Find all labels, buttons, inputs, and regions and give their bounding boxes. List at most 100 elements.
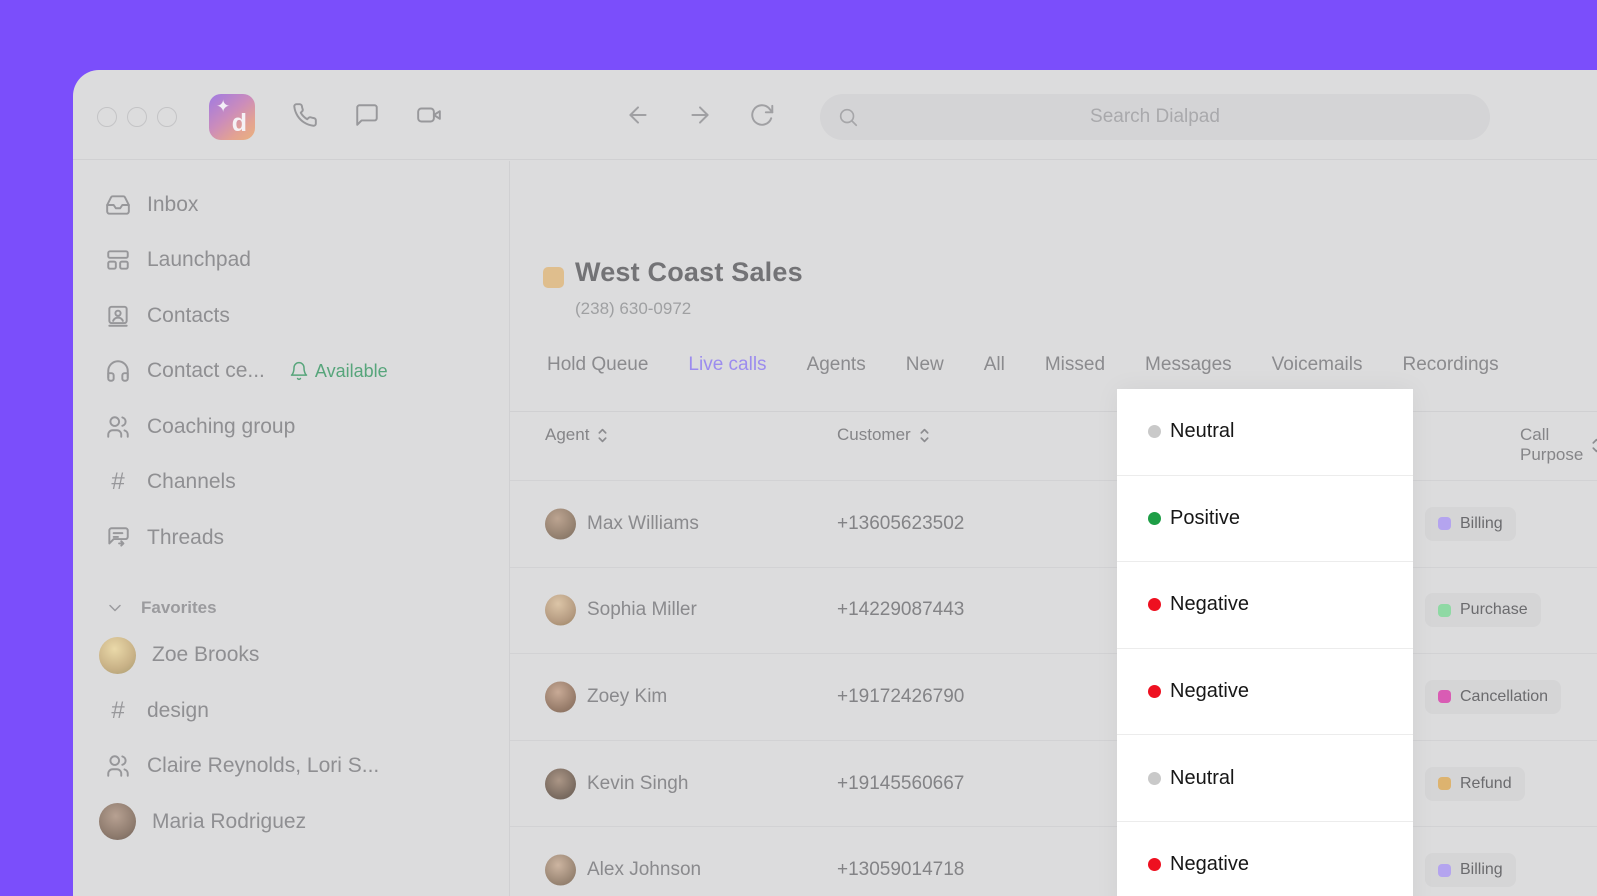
threads-icon (105, 525, 131, 551)
avatar (545, 595, 576, 626)
sidebar-item-threads[interactable]: Threads (73, 510, 509, 566)
divider (510, 411, 1597, 412)
sidebar-favorite-maria-rodriguez[interactable]: Maria Rodriguez (73, 794, 509, 850)
purpose-color-square (1438, 517, 1451, 530)
purpose-color-square (1438, 690, 1451, 703)
minimize-window-button[interactable] (127, 107, 147, 127)
main-panel: West Coast Sales (238) 630-0972 Hold Que… (510, 161, 1597, 896)
column-header-customer[interactable]: Customer (837, 425, 931, 445)
purpose-label: Refund (1460, 775, 1512, 793)
call-purpose-badge: Billing (1425, 507, 1516, 541)
sentiment-dot (1148, 512, 1161, 525)
close-window-button[interactable] (97, 107, 117, 127)
avatar (545, 855, 576, 886)
tab-live-calls[interactable]: Live calls (688, 354, 766, 390)
avatar (99, 803, 136, 840)
call-purpose-badge: Refund (1425, 767, 1525, 801)
customer-number: +13059014718 (837, 859, 964, 881)
refresh-icon[interactable] (749, 102, 775, 133)
sidebar-item-label: Contact ce... (147, 359, 265, 383)
sidebar-item-contact-ce[interactable]: Contact ce... Available (73, 344, 509, 400)
sort-icon[interactable] (918, 427, 931, 444)
agent-name: Alex Johnson (587, 859, 701, 881)
page-title: West Coast Sales (575, 257, 803, 288)
sentiment-dot (1148, 598, 1161, 611)
sort-icon[interactable] (1590, 437, 1597, 454)
logo-letter: d (232, 109, 247, 138)
column-header-call-purpose[interactable]: Call Purpose (1520, 425, 1597, 465)
video-icon[interactable] (416, 102, 442, 133)
sidebar-item-coaching-group[interactable]: Coaching group (73, 399, 509, 455)
app-window: ✦ d Inbox Launchpad Contacts Contact ce... A… (73, 70, 1597, 896)
tab-missed[interactable]: Missed (1045, 354, 1105, 390)
sidebar-item-channels[interactable]: # Channels (73, 455, 509, 511)
people-icon (105, 753, 131, 779)
favorite-label: Claire Reynolds, Lori S... (147, 754, 379, 778)
table-row[interactable]: Kevin Singh +19145560667 Refund (510, 740, 1597, 827)
sentiment-column-spotlight: NeutralPositiveNegativeNegativeNeutralNe… (1117, 389, 1413, 896)
sidebar-item-inbox[interactable]: Inbox (73, 177, 509, 233)
column-label: Agent (545, 425, 589, 445)
back-icon[interactable] (625, 102, 651, 133)
search-input[interactable] (859, 94, 1490, 140)
tab-recordings[interactable]: Recordings (1402, 354, 1498, 390)
search-icon (837, 106, 859, 128)
avatar (99, 637, 136, 674)
inbox-icon (105, 192, 131, 218)
table-row[interactable]: Max Williams+13605623502Billing (510, 480, 1597, 567)
channel-color-square (543, 267, 564, 288)
sentiment-label: Negative (1170, 853, 1249, 876)
customer-number: +19145560667 (837, 773, 964, 795)
sentiment-dot (1148, 425, 1161, 438)
sort-icon[interactable] (596, 427, 609, 444)
sentiment-cell: Negative (1117, 822, 1413, 896)
tab-all[interactable]: All (984, 354, 1005, 390)
purpose-color-square (1438, 777, 1451, 790)
sentiment-cell: Positive (1117, 476, 1413, 563)
purpose-label: Billing (1460, 861, 1503, 879)
sidebar-favorite-zoe-brooks[interactable]: Zoe Brooks (73, 628, 509, 684)
chat-icon[interactable] (354, 102, 380, 133)
column-label: Customer (837, 425, 911, 445)
maximize-window-button[interactable] (157, 107, 177, 127)
tab-messages[interactable]: Messages (1145, 354, 1232, 390)
avatar (545, 508, 576, 539)
sentiment-cell: Neutral (1117, 389, 1413, 476)
table-row[interactable]: Sophia Miller+14229087443Purchase (510, 567, 1597, 654)
tab-new[interactable]: New (906, 354, 944, 390)
sidebar-item-label: Channels (147, 470, 236, 494)
sidebar-item-contacts[interactable]: Contacts (73, 288, 509, 344)
table-row[interactable]: Alex Johnson +13059014718 Billing (510, 826, 1597, 896)
purpose-label: Purchase (1460, 601, 1528, 619)
favorite-label: design (147, 699, 209, 723)
sidebar-item-launchpad[interactable]: Launchpad (73, 233, 509, 289)
toolbar: ✦ d (73, 70, 1597, 160)
agent-name: Zoey Kim (587, 686, 667, 708)
avatar (545, 768, 576, 799)
table-row[interactable]: Zoey Kim+19172426790Cancellation (510, 653, 1597, 740)
sentiment-dot (1148, 858, 1161, 871)
purpose-color-square (1438, 864, 1451, 877)
customer-number: +13605623502 (837, 513, 964, 535)
favorites-section-header[interactable]: Favorites (73, 588, 509, 628)
tab-hold-queue[interactable]: Hold Queue (547, 354, 648, 390)
purpose-label: Billing (1460, 515, 1503, 533)
sidebar-favorite-claire-reynolds-lori-s[interactable]: Claire Reynolds, Lori S... (73, 739, 509, 795)
phone-icon[interactable] (292, 102, 318, 133)
sentiment-dot (1148, 685, 1161, 698)
column-header-agent[interactable]: Agent (545, 425, 609, 445)
agent-name: Kevin Singh (587, 773, 688, 795)
sidebar-item-label: Threads (147, 526, 224, 550)
availability-status: Available (289, 361, 388, 382)
favorite-label: Zoe Brooks (152, 643, 259, 667)
sparkle-icon: ✦ (216, 97, 230, 117)
tab-voicemails[interactable]: Voicemails (1272, 354, 1363, 390)
forward-icon[interactable] (687, 102, 713, 133)
tab-agents[interactable]: Agents (807, 354, 866, 390)
sidebar-item-label: Contacts (147, 304, 230, 328)
sidebar-item-label: Launchpad (147, 248, 251, 272)
bell-icon (289, 361, 309, 381)
sidebar-favorite-design[interactable]: #design (73, 683, 509, 739)
people-icon (105, 414, 131, 440)
hash-icon: # (105, 468, 131, 496)
